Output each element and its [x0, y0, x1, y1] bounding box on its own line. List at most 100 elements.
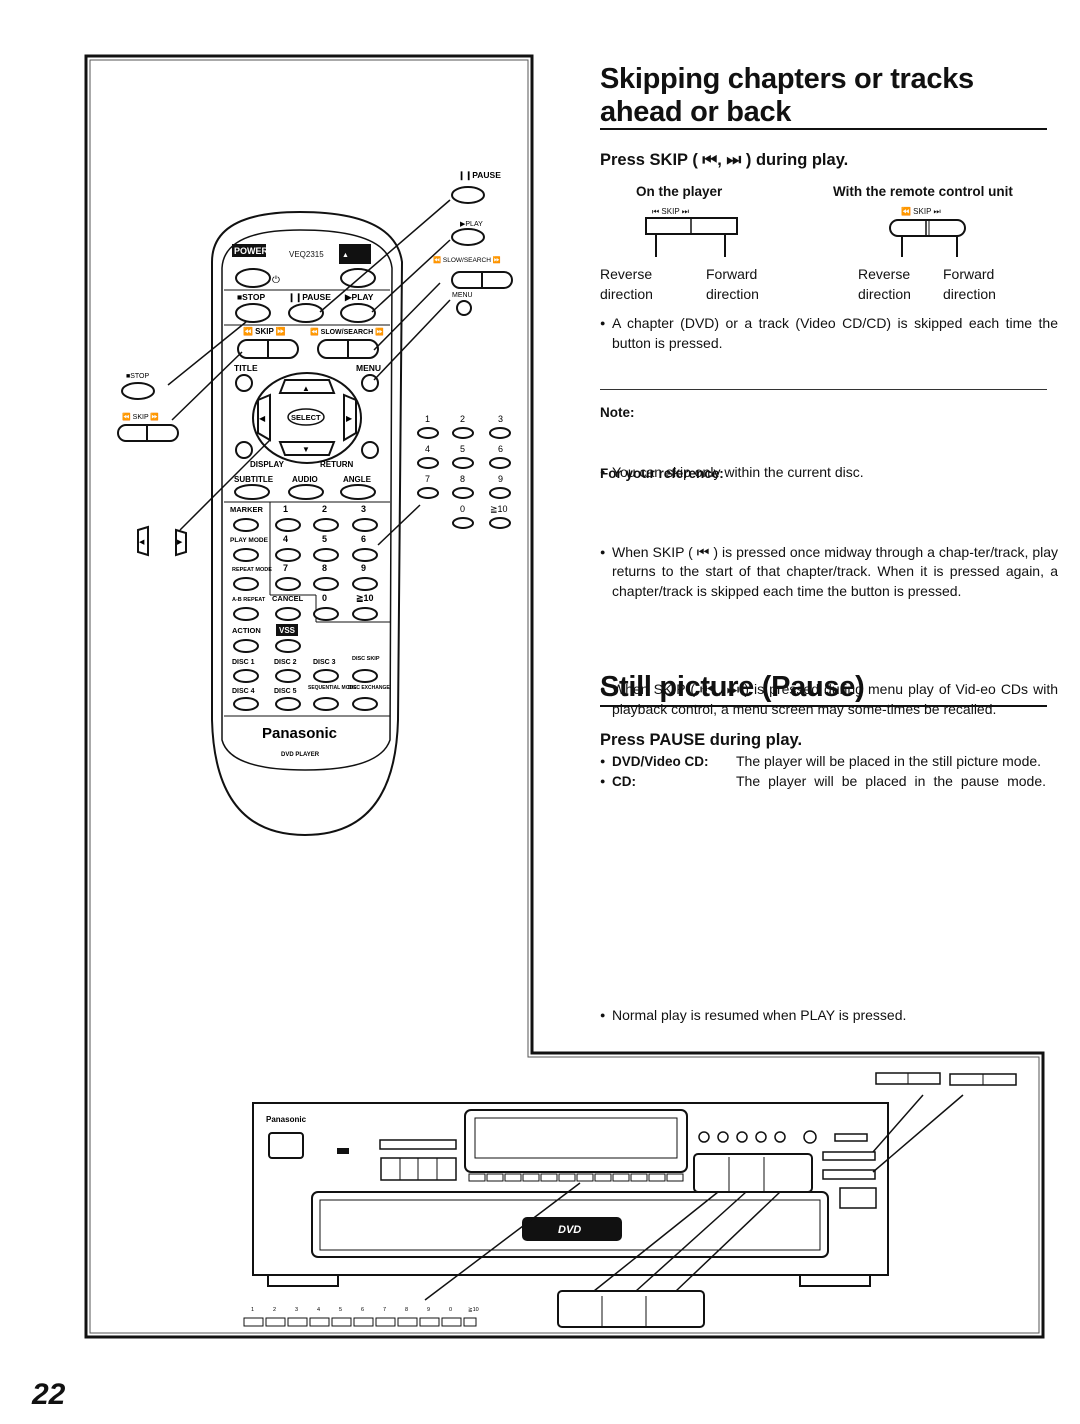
number-button-2 [313, 518, 339, 532]
svg-text:3: 3 [498, 414, 503, 424]
note-heading: Note: [600, 405, 635, 420]
audio-button [288, 484, 324, 500]
svg-text:≧10: ≧10 [490, 504, 508, 514]
pause-instruction: Press PAUSE during play. [600, 731, 803, 749]
sequential-mode-button [313, 697, 339, 711]
svg-text:7: 7 [283, 563, 288, 573]
title-label: TITLE [234, 363, 258, 373]
disc-4-button [755, 1131, 767, 1143]
display-label: DISPLAY [250, 460, 285, 469]
skip-instruction: Press SKIP ( ⏮, ⏭ ) during play. [600, 151, 849, 169]
disc3-label: DISC 3 [313, 659, 336, 666]
svg-text:≧10: ≧10 [468, 1307, 479, 1313]
disc-exchange-label: DISC EXCHANGE [348, 685, 390, 691]
skip-section-title: Skipping chapters or tracks ahead or bac… [600, 63, 974, 128]
svg-text:5: 5 [322, 534, 327, 544]
repeat-mode-button [233, 577, 259, 591]
pause-item-cd: CD: The player will be placed in the pau… [600, 772, 1046, 792]
player-brand: Panasonic [266, 1115, 307, 1124]
marker-label: MARKER [230, 505, 263, 514]
pause-label: ❙❙PAUSE [288, 292, 331, 303]
audio-label: AUDIO [292, 475, 318, 484]
dvd-player-illustration: Panasonic DVD 1 2 3 4 5 6 7 8 9 0 ≧10 [243, 1072, 1017, 1328]
pause-items: DVD/Video CD: The player will be placed … [600, 752, 1046, 791]
callout-menu-button [456, 300, 472, 316]
svg-text:7: 7 [425, 474, 430, 484]
vss-label: VSS [279, 626, 296, 635]
cancel-label: CANCEL [272, 594, 304, 603]
svg-text:DVD: DVD [558, 1224, 581, 1236]
callout-number-grid: 1 2 3 4 5 6 7 8 9 0 ≧10 [417, 414, 511, 529]
callout-play-label: ▶PLAY [460, 221, 483, 228]
svg-text:6: 6 [361, 534, 366, 544]
disc4-button [233, 697, 259, 711]
cancel-button [275, 607, 301, 621]
disc2-button [275, 669, 301, 683]
power-label: POWER [234, 246, 269, 256]
svg-text:6: 6 [498, 444, 503, 454]
ab-repeat-button [233, 607, 259, 621]
callout-number-keys: 1 2 3 4 5 6 7 8 9 0 ≧10 [243, 1307, 479, 1327]
number-button-0 [313, 607, 339, 621]
player-skip-button [822, 1169, 876, 1180]
svg-text:8: 8 [460, 474, 465, 484]
svg-text:2: 2 [322, 504, 327, 514]
play-label: ▶PLAY [344, 292, 374, 302]
svg-text:▶: ▶ [346, 414, 353, 423]
reference-bullet-1: When SKIP ( ⏮ ) is pressed once midway t… [600, 543, 1058, 602]
open-close-button [340, 268, 376, 288]
disc1-button [233, 669, 259, 683]
skip-bullet: A chapter (DVD) or a track (Video CD/CD)… [600, 314, 1058, 353]
display-button [235, 441, 253, 459]
disc-3-button [736, 1131, 748, 1143]
disc2-label: DISC 2 [274, 659, 297, 666]
pause-item-dvd: DVD/Video CD: The player will be placed … [600, 752, 1046, 772]
play-mode-button [233, 548, 259, 562]
svg-text:2: 2 [273, 1307, 276, 1313]
action-button [233, 639, 259, 653]
player-open-close-button [839, 1187, 877, 1209]
remote-control-illustration: POWER VEQ2315 ▲ ⏻ ■STOP ❙❙PAUSE ▶PLAY ⏪ … [117, 170, 513, 836]
on-remote-heading: With the remote control unit [833, 184, 1013, 199]
callout-play-button [451, 228, 485, 246]
skip-label: ⏪ SKIP ⏩ [243, 326, 286, 336]
play-mode-label: PLAY MODE [230, 537, 269, 544]
pause-bullet: Normal play is resumed when PLAY is pres… [600, 1006, 1058, 1026]
svg-text:1: 1 [283, 504, 288, 514]
section-divider [600, 389, 1047, 390]
svg-text:⏻: ⏻ [272, 275, 280, 286]
disc-5-button [774, 1131, 786, 1143]
marker-button [233, 518, 259, 532]
svg-text:3: 3 [295, 1307, 298, 1313]
svg-text:4: 4 [317, 1307, 320, 1313]
pause-title-rule [600, 705, 1047, 707]
vss-button [275, 639, 301, 653]
callout-skip-label: ⏪ SKIP ⏩ [122, 412, 159, 421]
svg-text:8: 8 [405, 1307, 408, 1313]
svg-text:9: 9 [427, 1307, 430, 1313]
disc-skip-label: DISC SKIP [352, 656, 380, 662]
svg-text:3: 3 [361, 504, 366, 514]
number-button-4 [275, 548, 301, 562]
svg-text:▲: ▲ [302, 384, 310, 393]
menu-label: MENU [356, 363, 381, 373]
remote-brand-logo: Panasonic [262, 725, 337, 742]
number-button-6 [352, 548, 378, 562]
disc1-label: DISC 1 [232, 659, 255, 666]
callout-stop-button [121, 382, 155, 400]
number-button-1 [275, 518, 301, 532]
svg-text:7: 7 [383, 1307, 386, 1313]
svg-text:9: 9 [498, 474, 503, 484]
number-button-9 [352, 577, 378, 591]
return-label: RETURN [320, 460, 354, 469]
callout-pause-button [451, 186, 485, 204]
disc5-button [275, 697, 301, 711]
action-label: ACTION [232, 626, 261, 635]
number-button-5 [313, 548, 339, 562]
disc-skip-button [803, 1130, 817, 1144]
pause-section-title: Still picture (Pause) [600, 671, 865, 703]
page-number: 22 [32, 1378, 66, 1411]
svg-text:◀: ◀ [259, 414, 266, 423]
player-skip-diagram [645, 217, 738, 257]
subtitle-label: SUBTITLE [234, 475, 274, 484]
